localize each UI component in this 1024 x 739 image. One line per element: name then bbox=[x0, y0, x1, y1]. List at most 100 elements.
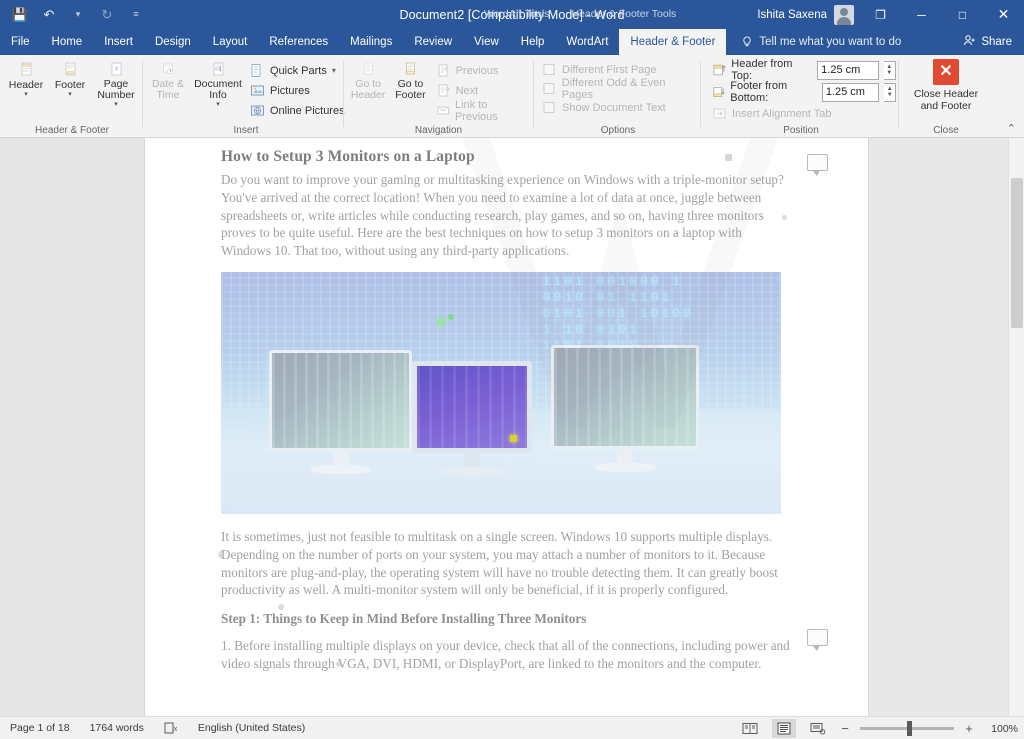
document-info-button[interactable]: Document Info ▾ bbox=[190, 59, 246, 108]
header-from-top-field[interactable]: Header from Top: 1.25 cm ▲ ▼ bbox=[712, 58, 896, 82]
tab-references[interactable]: References bbox=[258, 29, 339, 55]
link-to-previous-button[interactable]: Link to Previous bbox=[436, 99, 530, 123]
document-info-dropdown-icon[interactable]: ▾ bbox=[216, 101, 220, 108]
user-account[interactable]: Ishita Saxena bbox=[757, 4, 854, 25]
footer-from-bottom-field[interactable]: Footer from Bottom: 1.25 cm ▲ ▼ bbox=[712, 80, 896, 104]
pictures-button[interactable]: Pictures bbox=[250, 81, 345, 100]
ribbon-group-insert: Date & Time Document Info ▾ Quick Parts … bbox=[146, 55, 346, 138]
language-indicator[interactable]: English (United States) bbox=[188, 722, 315, 734]
insert-small-buttons: Quick Parts ▾ Pictures Online Pictures bbox=[250, 59, 345, 120]
checkbox-unchecked-icon bbox=[543, 64, 555, 75]
insert-alignment-tab-icon bbox=[713, 108, 726, 119]
document-image[interactable]: 1101 001000 1 0010 01 1101 0101 001 1010… bbox=[221, 271, 781, 514]
ribbon: Header ▾ Footer ▾ # Page Number ▾ Header… bbox=[0, 55, 1024, 138]
image-monitor-right bbox=[551, 344, 699, 472]
vertical-scrollbar[interactable] bbox=[1008, 138, 1024, 716]
ribbon-tab-bar: File Home Insert Design Layout Reference… bbox=[0, 29, 1024, 55]
navigation-small-buttons: Previous Next Link to Previous bbox=[436, 59, 530, 123]
zoom-level[interactable]: 100% bbox=[984, 723, 1018, 735]
word-count[interactable]: 1764 words bbox=[80, 722, 154, 734]
footer-button[interactable]: Footer ▾ bbox=[48, 59, 92, 98]
page-number-icon: # bbox=[111, 62, 121, 76]
scrollbar-thumb[interactable] bbox=[1011, 178, 1023, 328]
page-indicator[interactable]: Page 1 of 18 bbox=[0, 722, 80, 734]
tab-home[interactable]: Home bbox=[41, 29, 94, 55]
zoom-slider-thumb[interactable] bbox=[907, 721, 912, 736]
status-bar: Page 1 of 18 1764 words x English (Unite… bbox=[0, 716, 1024, 739]
link-to-previous-icon bbox=[437, 106, 449, 115]
insert-alignment-tab-label: Insert Alignment Tab bbox=[732, 107, 832, 120]
avatar[interactable] bbox=[834, 4, 854, 25]
different-odd-even-pages-checkbox[interactable]: Different Odd & Even Pages bbox=[542, 77, 698, 101]
tab-view[interactable]: View bbox=[463, 29, 510, 55]
footer-dropdown-icon[interactable]: ▾ bbox=[68, 91, 72, 98]
previous-icon bbox=[438, 64, 448, 77]
page-number-button[interactable]: # Page Number ▾ bbox=[92, 59, 140, 108]
tab-mailings[interactable]: Mailings bbox=[339, 29, 403, 55]
footer-button-label: Footer bbox=[54, 79, 86, 91]
ribbon-display-options-icon[interactable]: ❐ bbox=[860, 0, 901, 29]
tab-wordart[interactable]: WordArt bbox=[555, 29, 619, 55]
insert-alignment-tab-button[interactable]: Insert Alignment Tab bbox=[712, 104, 831, 123]
lightbulb-icon bbox=[740, 36, 753, 49]
next-button[interactable]: Next bbox=[436, 81, 530, 100]
tab-help[interactable]: Help bbox=[510, 29, 556, 55]
header-dropdown-icon[interactable]: ▾ bbox=[24, 91, 28, 98]
ribbon-group-header-footer: Header ▾ Footer ▾ # Page Number ▾ Header… bbox=[4, 55, 140, 138]
quick-access-toolbar: 💾 ↶ ▾ ↻ ≡ bbox=[10, 5, 146, 25]
print-layout-view-button[interactable] bbox=[772, 719, 796, 738]
document-info-icon bbox=[213, 62, 223, 76]
go-to-header-button[interactable]: Go to Header bbox=[347, 59, 389, 101]
header-button[interactable]: Header ▾ bbox=[4, 59, 48, 98]
tab-review[interactable]: Review bbox=[403, 29, 463, 55]
image-green-indicator bbox=[437, 317, 445, 326]
close-header-footer-button[interactable]: ✕ Close Header and Footer bbox=[907, 55, 985, 112]
maximize-button[interactable]: □ bbox=[942, 0, 983, 29]
comment-bubble-icon[interactable] bbox=[807, 629, 828, 651]
footer-from-bottom-label: Footer from Bottom: bbox=[730, 80, 788, 104]
comment-bubble-icon[interactable] bbox=[807, 154, 828, 176]
tell-me-search[interactable]: Tell me what you want to do bbox=[740, 29, 901, 55]
quick-parts-dropdown-icon[interactable]: ▾ bbox=[332, 66, 336, 75]
document-body[interactable]: How to Setup 3 Monitors on a Laptop Do y… bbox=[221, 148, 791, 685]
share-button[interactable]: Share bbox=[963, 29, 1012, 55]
zoom-slider[interactable] bbox=[860, 721, 954, 736]
quick-parts-label: Quick Parts bbox=[270, 64, 327, 77]
show-document-text-checkbox[interactable]: Show Document Text bbox=[542, 98, 666, 117]
undo-dropdown-icon[interactable]: ▾ bbox=[68, 5, 88, 25]
tab-file[interactable]: File bbox=[0, 29, 41, 55]
footer-from-bottom-spinner[interactable]: ▲ ▼ bbox=[884, 82, 896, 102]
save-icon[interactable]: 💾 bbox=[10, 5, 30, 25]
collapse-ribbon-icon[interactable]: ⌃ bbox=[1007, 122, 1016, 135]
zoom-in-button[interactable]: + bbox=[964, 721, 974, 736]
page-number-dropdown-icon[interactable]: ▾ bbox=[114, 101, 118, 108]
pictures-label: Pictures bbox=[270, 84, 310, 97]
contextual-tool-header-footer: Header & Footer Tools bbox=[571, 8, 677, 20]
customize-qat-icon[interactable]: ≡ bbox=[126, 5, 146, 25]
go-to-footer-button-label: Go to Footer bbox=[395, 78, 426, 101]
tab-layout[interactable]: Layout bbox=[202, 29, 259, 55]
tab-design[interactable]: Design bbox=[144, 29, 202, 55]
previous-button[interactable]: Previous bbox=[436, 61, 530, 80]
quick-parts-button[interactable]: Quick Parts ▾ bbox=[250, 61, 345, 80]
redo-icon[interactable]: ↻ bbox=[97, 5, 117, 25]
tab-insert[interactable]: Insert bbox=[93, 29, 144, 55]
proofing-errors-icon[interactable]: x bbox=[154, 722, 188, 734]
read-mode-view-button[interactable] bbox=[738, 719, 762, 738]
minimize-button[interactable]: ─ bbox=[901, 0, 942, 29]
header-from-top-spinner[interactable]: ▲ ▼ bbox=[883, 60, 896, 80]
close-button[interactable]: ✕ bbox=[983, 0, 1024, 29]
go-to-footer-button[interactable]: Go to Footer bbox=[389, 59, 431, 101]
word-window: 💾 ↶ ▾ ↻ ≡ Document2 [Compatibility Mode]… bbox=[0, 0, 1024, 739]
date-time-button[interactable]: Date & Time bbox=[146, 59, 190, 101]
zoom-out-button[interactable]: − bbox=[840, 721, 850, 736]
online-pictures-button[interactable]: Online Pictures bbox=[250, 101, 345, 120]
document-page[interactable]: How to Setup 3 Monitors on a Laptop Do y… bbox=[145, 138, 868, 716]
web-layout-view-button[interactable] bbox=[806, 719, 830, 738]
undo-icon[interactable]: ↶ bbox=[39, 5, 59, 25]
contextual-tools-and-controls: WordArt Tools Header & Footer Tools Ishi… bbox=[473, 0, 1024, 29]
tab-header-and-footer[interactable]: Header & Footer bbox=[619, 29, 727, 55]
footer-from-bottom-input[interactable]: 1.25 cm bbox=[821, 82, 880, 102]
header-from-top-input[interactable]: 1.25 cm bbox=[817, 60, 879, 80]
go-to-header-icon bbox=[363, 62, 373, 75]
